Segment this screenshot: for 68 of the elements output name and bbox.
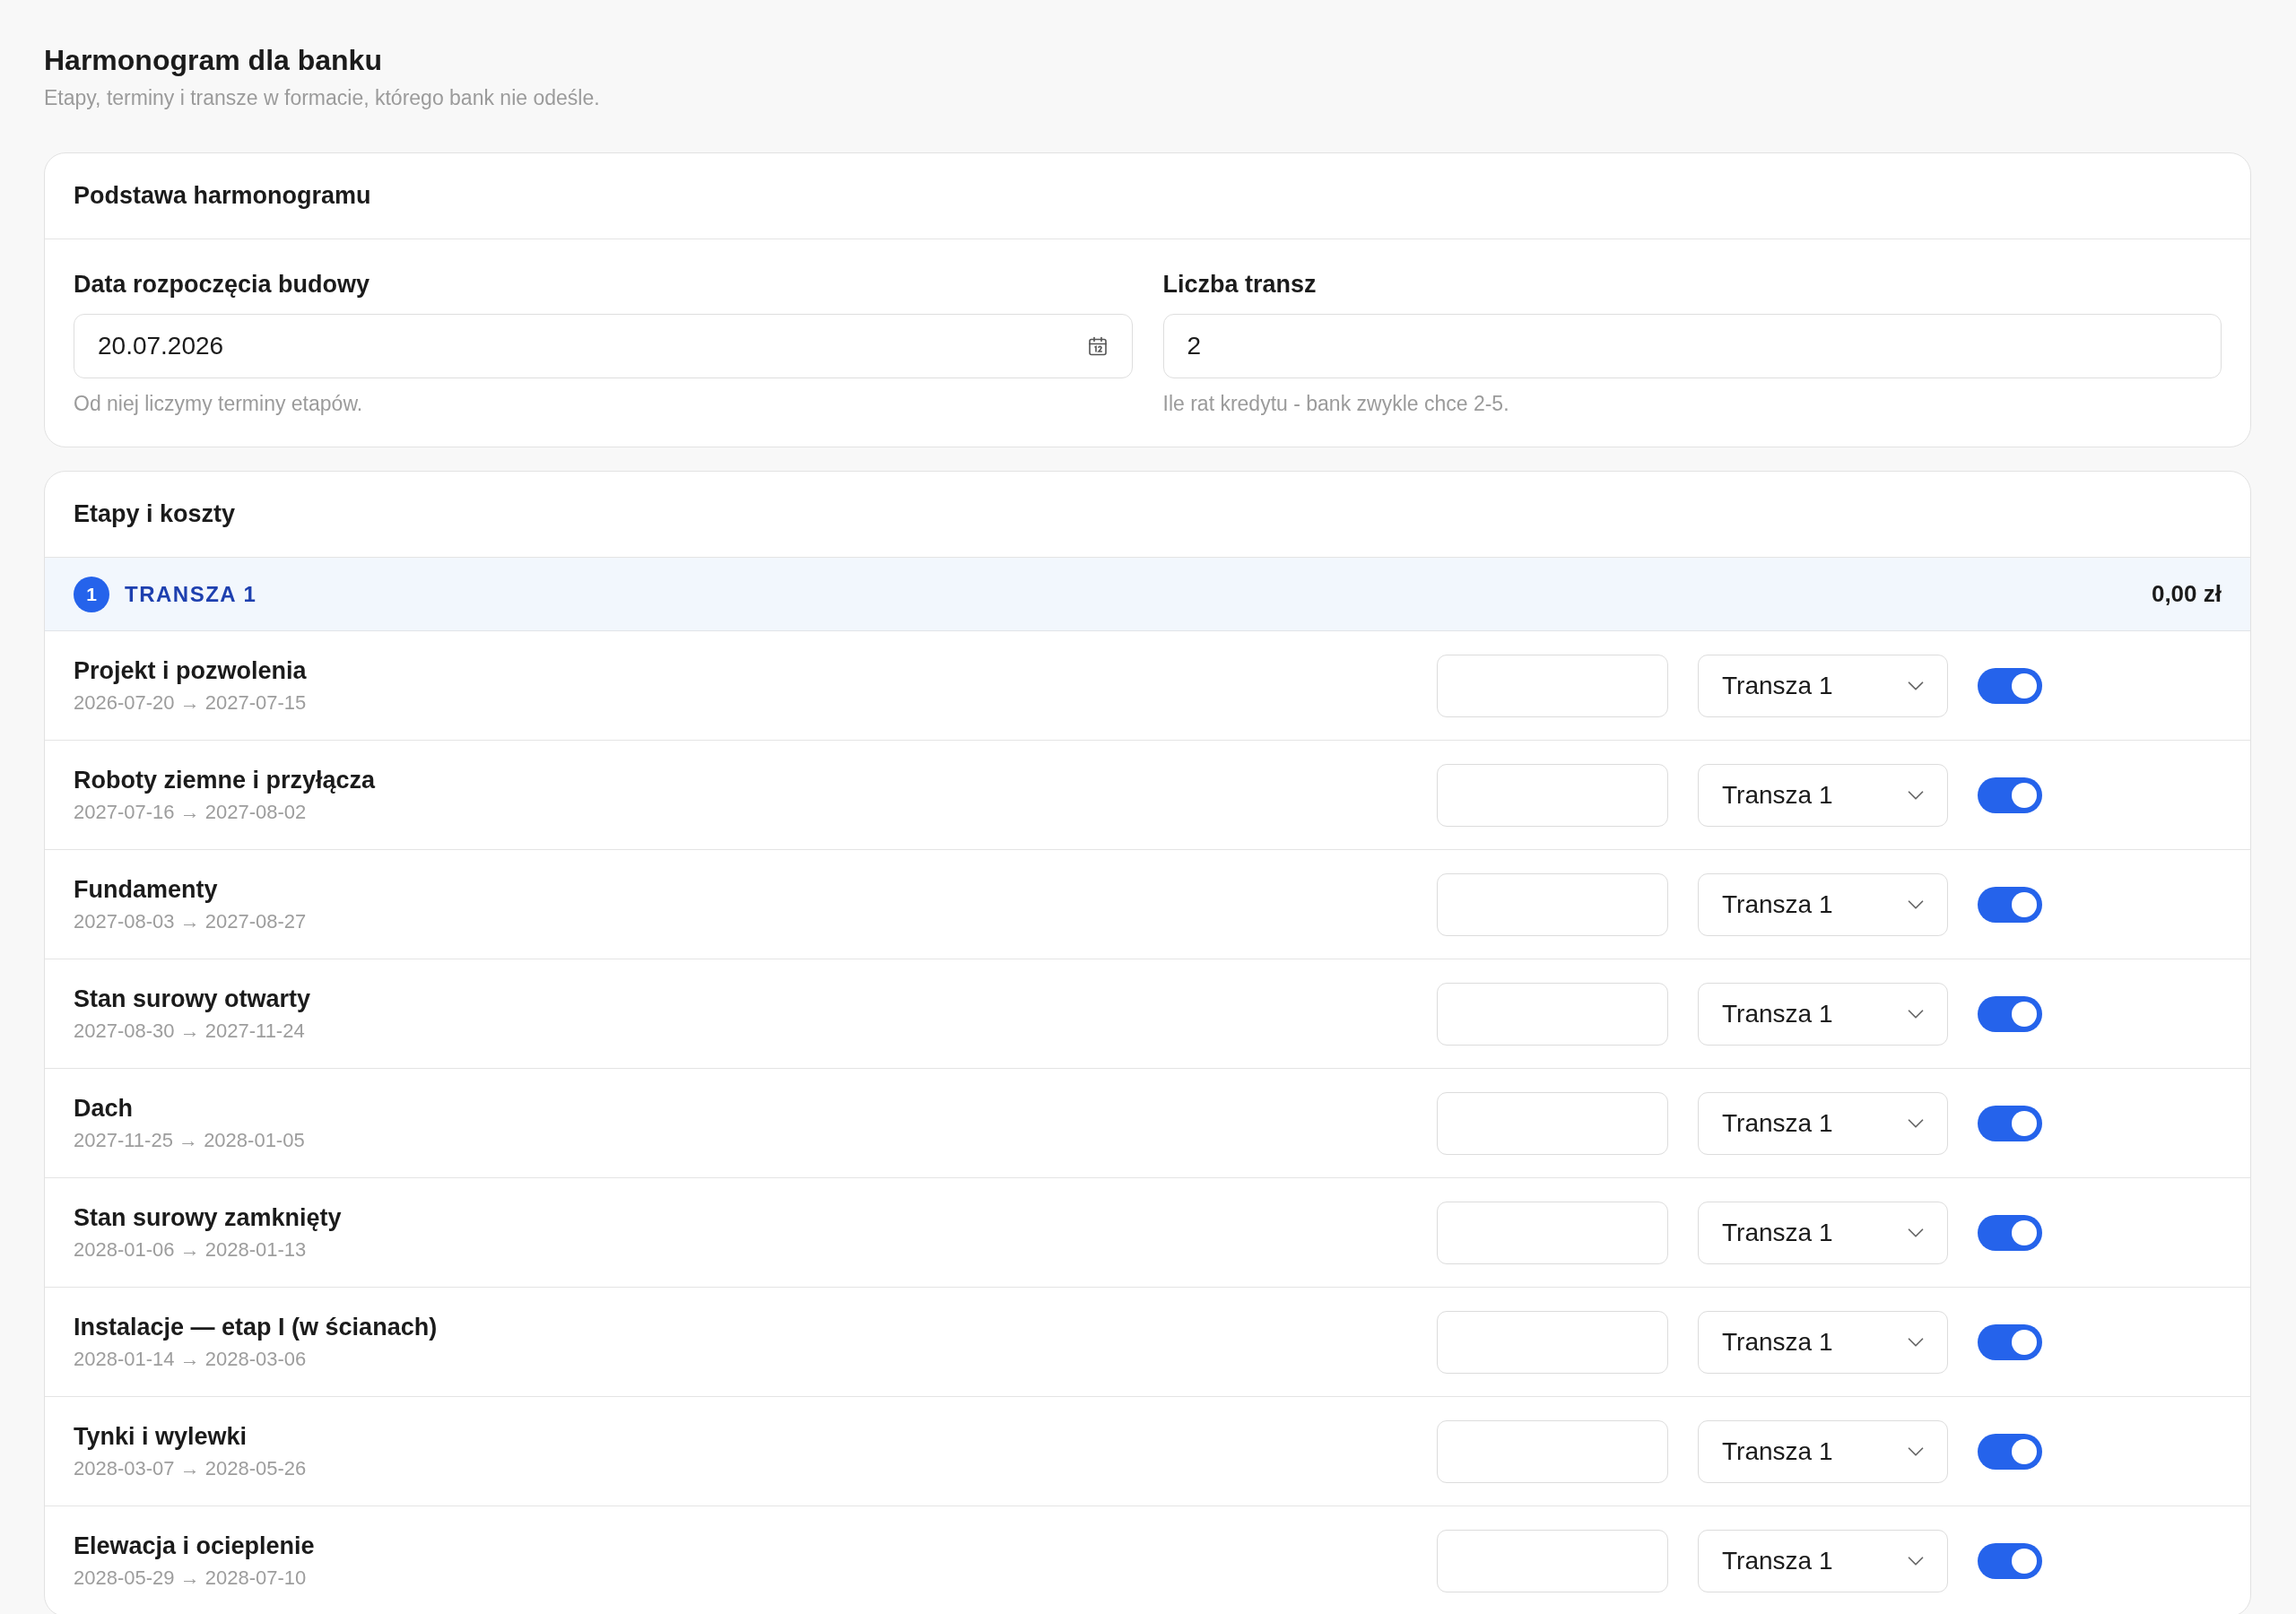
chevron-down-icon — [1908, 899, 1924, 909]
field-hint: Od niej liczymy terminy etapów. — [74, 391, 363, 417]
number-field[interactable]: 2 — [1162, 314, 2222, 378]
amount-field[interactable] — [1437, 1419, 1668, 1483]
toggle-switch[interactable] — [1978, 777, 2042, 813]
amount-field[interactable] — [1437, 654, 1668, 717]
stage-name: Stan surowy zamknięty — [74, 1203, 342, 1233]
page-title: Harmonogram dla banku — [44, 43, 382, 78]
toggle-switch[interactable] — [1978, 1214, 2042, 1251]
tranche-select[interactable]: Transza 1 — [1698, 1201, 1948, 1264]
stage-name: Fundamenty — [74, 875, 218, 905]
chevron-down-icon — [1908, 1228, 1924, 1237]
stage-dates: 2028-01-06 → 2028-01-13 — [74, 1237, 307, 1263]
stage-name: Projekt i pozwolenia — [74, 656, 307, 686]
page-subtitle: Etapy, terminy i transze w formacie, którego bank nie odeśle. — [44, 85, 600, 111]
amount-field[interactable] — [1437, 1529, 1668, 1592]
stage-name: Instalacje — etap I (w ścianach) — [74, 1313, 438, 1342]
chevron-down-icon — [1908, 1556, 1924, 1566]
stage-name: Elewacja i ocieplenie — [74, 1532, 315, 1561]
chevron-down-icon — [1908, 1337, 1924, 1347]
tranche-select[interactable]: Transza 1 — [1698, 1419, 1948, 1483]
date-field[interactable]: 20.07.2026 — [74, 314, 1133, 378]
chevron-down-icon — [1908, 790, 1924, 800]
toggle-switch[interactable] — [1978, 1542, 2042, 1579]
tranche-select[interactable]: Transza 1 — [1698, 982, 1948, 1046]
tranche-select[interactable]: Transza 1 — [1698, 1091, 1948, 1155]
field-label: Data rozpoczęcia budowy — [74, 270, 370, 299]
amount-field[interactable] — [1437, 1091, 1668, 1155]
chevron-down-icon — [1908, 1118, 1924, 1128]
stage-dates: 2028-01-14 → 2028-03-06 — [74, 1347, 307, 1372]
toggle-switch[interactable] — [1978, 1323, 2042, 1360]
stage-dates: 2028-05-29 → 2028-07-10 — [74, 1566, 307, 1591]
stage-name: Roboty ziemne i przyłącza — [74, 766, 376, 795]
field-hint: Ile rat kredytu - bank zwykle chce 2-5. — [1162, 391, 1509, 417]
stage-dates: 2027-11-25 → 2028-01-05 — [74, 1128, 305, 1153]
chevron-down-icon — [1908, 1009, 1924, 1019]
toggle-switch[interactable] — [1978, 667, 2042, 704]
tranche-total: 0,00 zł — [2151, 580, 2222, 608]
card-title: Podstawa harmonogramu — [74, 182, 371, 210]
amount-field[interactable] — [1437, 1310, 1668, 1374]
stage-dates: 2027-07-16 → 2027-08-02 — [74, 800, 307, 825]
number-badge: 1 — [74, 576, 109, 612]
stage-dates: 2027-08-30 → 2027-11-24 — [74, 1019, 305, 1044]
toggle-switch[interactable] — [1978, 1433, 2042, 1470]
stage-dates: 2028-03-07 → 2028-05-26 — [74, 1456, 307, 1481]
tranche-select[interactable]: Transza 1 — [1698, 1310, 1948, 1374]
tranche-select[interactable]: Transza 1 — [1698, 1529, 1948, 1592]
amount-field[interactable] — [1437, 763, 1668, 827]
amount-field[interactable] — [1437, 872, 1668, 936]
stage-dates: 2027-08-03 → 2027-08-27 — [74, 909, 307, 934]
stage-dates: 2026-07-20 → 2027-07-15 — [74, 690, 307, 716]
toggle-switch[interactable] — [1978, 1105, 2042, 1141]
tranche-select[interactable]: Transza 1 — [1698, 654, 1948, 717]
tranche-select[interactable]: Transza 1 — [1698, 872, 1948, 936]
chevron-down-icon — [1908, 1446, 1924, 1456]
field-label: Liczba transz — [1162, 270, 1317, 299]
amount-field[interactable] — [1437, 982, 1668, 1046]
toggle-switch[interactable] — [1978, 995, 2042, 1032]
stage-name: Stan surowy otwarty — [74, 985, 311, 1014]
tranche-label: TRANSZA 1 — [125, 581, 257, 607]
stage-name: Tynki i wylewki — [74, 1422, 248, 1452]
calendar-icon[interactable] — [1086, 335, 1109, 357]
toggle-switch[interactable] — [1978, 886, 2042, 923]
chevron-down-icon — [1908, 681, 1924, 690]
tranche-select[interactable]: Transza 1 — [1698, 763, 1948, 827]
card-title: Etapy i koszty — [74, 500, 236, 528]
stage-name: Dach — [74, 1094, 134, 1124]
amount-field[interactable] — [1437, 1201, 1668, 1264]
